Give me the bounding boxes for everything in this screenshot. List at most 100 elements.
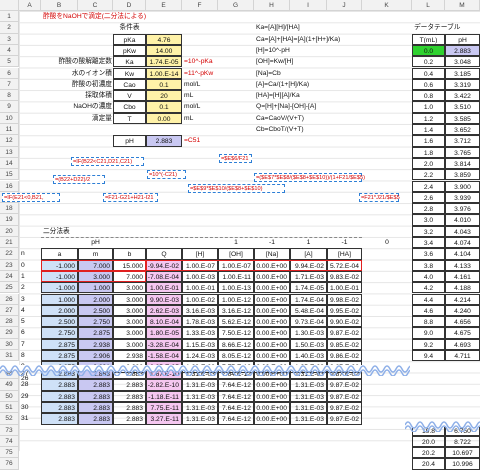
bisection-cell[interactable]: 2.883: [78, 413, 113, 425]
bisection-cell[interactable]: 3.000: [113, 293, 146, 305]
datatable-t[interactable]: 20.2: [412, 447, 445, 459]
datatable-ph[interactable]: 3.585: [445, 112, 480, 124]
bisection-cell[interactable]: 9.87.E-02: [327, 413, 362, 425]
condition-label[interactable]: 酢酸の初濃度: [19, 79, 114, 90]
row-header[interactable]: 23: [0, 259, 19, 271]
bisection-cell[interactable]: 8.66.E-12: [218, 338, 254, 350]
bisection-cell[interactable]: 1.31.E-03: [290, 379, 327, 391]
bisection-cell[interactable]: 0.00.E+00: [254, 316, 290, 328]
bisection-cell[interactable]: 7.50.E-12: [218, 327, 254, 339]
datatable-t[interactable]: 3.2: [412, 225, 445, 237]
bisection-cell[interactable]: 0.00.E+00: [254, 338, 290, 350]
condition-symbol[interactable]: V: [113, 90, 146, 102]
row-header[interactable]: 26: [0, 293, 19, 305]
bisection-cell[interactable]: 0.00.E+00: [254, 293, 290, 305]
bisection-cell[interactable]: 1.30.E-03: [290, 327, 327, 339]
row-header[interactable]: 4: [0, 44, 19, 57]
equation[interactable]: [H]=10^-pH: [254, 45, 374, 56]
bisection-cell[interactable]: 2.883: [41, 413, 78, 425]
bisection-cell[interactable]: 8.05.E-12: [218, 350, 254, 362]
bisection-cell[interactable]: 2.883: [41, 379, 78, 391]
bisection-cell[interactable]: 7.64.E-12: [218, 390, 254, 402]
bisection-cell[interactable]: 3.000: [113, 304, 146, 317]
condition-symbol[interactable]: Kw: [113, 67, 146, 79]
condition-value[interactable]: 4.76: [146, 33, 182, 45]
datatable-ph[interactable]: 3.976: [445, 203, 480, 215]
bisection-cell[interactable]: 9.87.E-02: [327, 401, 362, 414]
datatable-t[interactable]: 2.4: [412, 180, 445, 192]
iteration-number[interactable]: 28: [19, 379, 41, 390]
datatable-t[interactable]: 3.0: [412, 214, 445, 226]
bisection-cell[interactable]: 1.80.E-05: [146, 327, 182, 339]
bisection-cell[interactable]: 1.24.E-03: [182, 350, 218, 362]
bisection-cell[interactable]: 2.000: [78, 293, 113, 305]
condition-symbol[interactable]: Ka: [113, 56, 146, 68]
row-header[interactable]: 73: [0, 424, 19, 436]
bisection-cell[interactable]: 1.74.E-05: [290, 282, 327, 294]
condition-symbol[interactable]: pKw: [113, 44, 146, 57]
datatable-ph[interactable]: 3.814: [445, 157, 480, 170]
column-header-K[interactable]: K: [362, 0, 412, 11]
bisection-cell[interactable]: 2.62.E-03: [146, 304, 182, 317]
row-header[interactable]: 76: [0, 458, 19, 470]
datatable-ph[interactable]: 3.048: [445, 56, 480, 68]
equation[interactable]: [A]=Ca/(1+[H]/Ka): [254, 79, 374, 90]
datatable-t[interactable]: 2.6: [412, 191, 445, 204]
bisection-column-header[interactable]: b: [113, 248, 146, 260]
bisection-cell[interactable]: 9.90.E-03: [146, 293, 182, 305]
iteration-number[interactable]: 1: [19, 271, 41, 282]
row-header[interactable]: 9: [0, 101, 19, 113]
row-header[interactable]: 31: [0, 350, 19, 362]
bisection-cell[interactable]: 2.883: [41, 401, 78, 414]
bisection-cell[interactable]: 1.00.E-01: [182, 282, 218, 294]
condition-value[interactable]: 0.1: [146, 101, 182, 113]
bisection-cell[interactable]: 9.87.E-02: [327, 327, 362, 339]
row-header[interactable]: 28: [0, 316, 19, 328]
bisection-cell[interactable]: 7.64.E-12: [218, 379, 254, 391]
bisection-cell[interactable]: 1.31.E-03: [290, 390, 327, 402]
condition-label[interactable]: 酢酸の酸解離定数: [19, 56, 114, 67]
bisection-cell[interactable]: 2.883: [113, 379, 146, 391]
datatable-t[interactable]: 0.8: [412, 90, 445, 102]
bisection-cell[interactable]: 1.15.E-03: [182, 338, 218, 350]
column-header-B[interactable]: B: [41, 0, 78, 11]
condition-unit[interactable]: mL: [182, 90, 222, 101]
datatable-ph[interactable]: 4.010: [445, 214, 480, 226]
bisection-cell[interactable]: 1.40.E-03: [290, 350, 327, 362]
row-header[interactable]: 30: [0, 338, 19, 350]
bisection-cell[interactable]: 0.00.E+00: [254, 282, 290, 294]
row-header[interactable]: 8: [0, 90, 19, 102]
equation[interactable]: [Na]=Cb: [254, 68, 374, 79]
bisection-cell[interactable]: 1.31.E-03: [290, 401, 327, 414]
bisection-cell[interactable]: 2.938: [113, 350, 146, 362]
datatable-t[interactable]: 4.0: [412, 270, 445, 283]
bisection-cell[interactable]: 1.33.E-03: [182, 327, 218, 339]
bisection-cell[interactable]: 1.31.E-03: [182, 379, 218, 391]
datatable-ph[interactable]: 4.188: [445, 282, 480, 294]
bisection-cell[interactable]: 2.883: [41, 390, 78, 402]
row-header[interactable]: 12: [0, 135, 19, 147]
datatable-ph[interactable]: 4.104: [445, 248, 480, 260]
iteration-number[interactable]: 6: [19, 327, 41, 338]
bisection-cell[interactable]: 1.00.E-13: [218, 282, 254, 294]
bisection-cell[interactable]: 1.78.E-03: [182, 316, 218, 328]
equation[interactable]: Q=[H]+[Na]-[OH]-[A]: [254, 101, 374, 112]
datatable-t[interactable]: 1.4: [412, 124, 445, 136]
row-header[interactable]: 13: [0, 146, 19, 158]
bisection-cell[interactable]: 3.000: [113, 327, 146, 339]
condition-symbol[interactable]: Cbo: [113, 101, 146, 113]
bisection-cell[interactable]: 1.000: [41, 293, 78, 305]
coefficient[interactable]: 1: [290, 237, 327, 248]
conditions-header[interactable]: 条件表: [113, 22, 146, 33]
bisection-column-header[interactable]: [Na]: [254, 248, 290, 260]
datatable-column-header[interactable]: T(mL): [412, 33, 445, 45]
bisection-cell[interactable]: 8.10.E-04: [146, 316, 182, 328]
bisection-cell[interactable]: 3.16.E-03: [182, 304, 218, 317]
row-header[interactable]: 22: [0, 248, 19, 260]
bisection-cell[interactable]: 7.64.E-12: [218, 401, 254, 414]
row-header[interactable]: 50: [0, 390, 19, 402]
ph-label[interactable]: pH: [113, 135, 146, 147]
row-header[interactable]: 2: [0, 22, 19, 34]
row-header[interactable]: 19: [0, 214, 19, 226]
bisection-cell[interactable]: 0.00.E+00: [254, 413, 290, 425]
